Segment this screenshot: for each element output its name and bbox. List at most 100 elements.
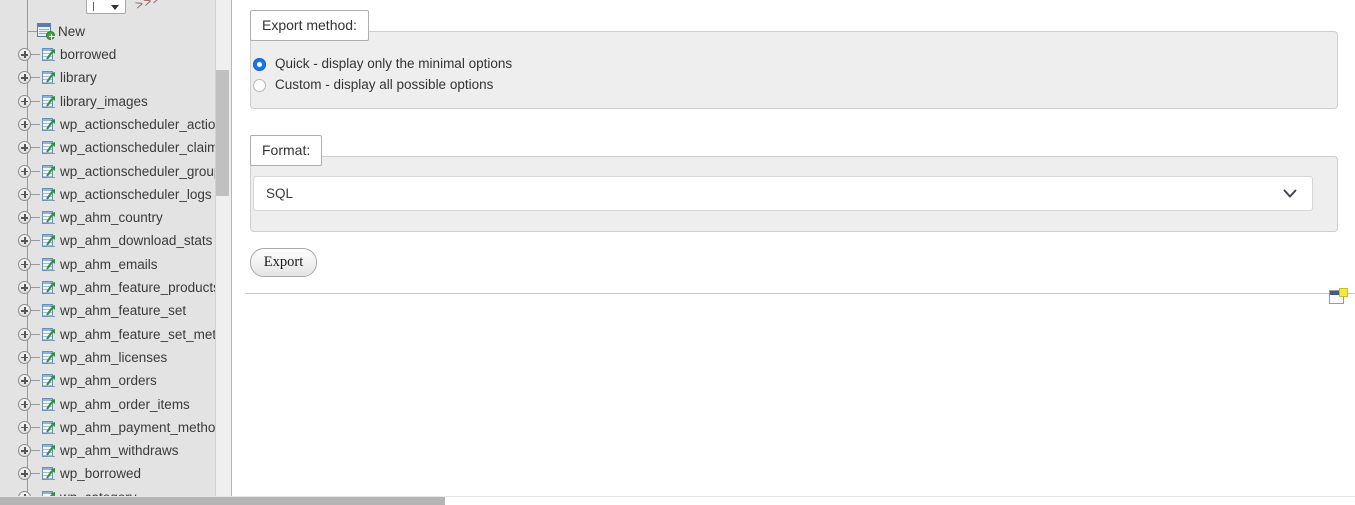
tree-item-label: wp_ahm_feature_products <box>60 280 215 295</box>
table-icon <box>41 466 56 481</box>
tree-item-label: wp_ahm_orders <box>60 373 157 389</box>
database-tree-sidebar: >>> New borrowed library library_images wp_… <box>0 0 232 496</box>
radio-export-method-quick[interactable]: Quick - display only the minimal options <box>253 57 512 71</box>
tree-item-table[interactable]: wp_ahm_feature_products <box>0 276 215 299</box>
text-cursor <box>93 2 94 11</box>
tree-item-label: borrowed <box>60 47 117 62</box>
plus-box-icon[interactable] <box>18 164 31 178</box>
radio-label: Custom - display all possible options <box>275 77 494 92</box>
console-window-icon[interactable] <box>1329 288 1348 305</box>
table-icon <box>41 210 56 225</box>
plus-box-icon[interactable] <box>18 374 31 388</box>
plus-box-icon[interactable] <box>18 234 31 248</box>
tree-item-label: wp_ahm_country <box>60 210 163 226</box>
tree-item-table[interactable]: wp_actionscheduler_actions <box>0 113 215 136</box>
plus-box-icon[interactable] <box>18 350 31 364</box>
chevron-down-icon <box>1282 188 1298 203</box>
plus-box-icon[interactable] <box>18 211 31 225</box>
plus-box-icon[interactable] <box>18 141 31 155</box>
tree-item-label: wp_actionscheduler_claims <box>60 140 215 156</box>
tree-item-label: wp_borrowed <box>60 466 142 482</box>
table-icon <box>41 280 56 295</box>
tree-item-label: wp_actionscheduler_logs <box>60 186 212 202</box>
plus-box-icon[interactable] <box>18 281 31 294</box>
tree-item-table[interactable]: wp_ahm_emails <box>0 253 215 276</box>
table-icon <box>41 373 56 388</box>
tree-item-label: wp_ahm_feature_set <box>60 303 187 319</box>
table-icon <box>41 47 56 62</box>
tree-item-table[interactable]: wp_ahm_feature_set <box>0 299 215 322</box>
tree-item-label: wp_actionscheduler_groups <box>60 163 215 179</box>
tree-item-table[interactable]: wp_actionscheduler_groups <box>0 160 215 183</box>
table-icon <box>41 303 56 318</box>
database-select[interactable] <box>86 0 126 14</box>
table-icon <box>41 397 56 412</box>
table-icon <box>41 257 56 272</box>
tree-item-table[interactable]: wp_ahm_download_stats <box>0 229 215 252</box>
export-button[interactable]: Export <box>250 248 317 277</box>
tree-item-new[interactable]: New <box>0 20 215 43</box>
plus-box-icon[interactable] <box>18 467 31 481</box>
format-select[interactable]: SQL <box>253 176 1313 211</box>
plus-box-icon[interactable] <box>18 444 31 458</box>
tree-item-table[interactable]: wp_category <box>0 486 215 496</box>
table-icon <box>41 187 56 202</box>
radio-unselected-icon <box>253 78 266 92</box>
plus-box-icon[interactable] <box>18 327 31 341</box>
table-icon <box>41 164 56 179</box>
table-icon <box>41 350 56 365</box>
tree-item-label: wp_ahm_emails <box>60 256 158 272</box>
tree-item-label: wp_ahm_order_items <box>60 396 190 412</box>
radio-export-method-custom[interactable]: Custom - display all possible options <box>253 78 493 92</box>
format-legend: Format: <box>250 135 323 166</box>
tree-item-table[interactable]: wp_actionscheduler_logs <box>0 183 215 206</box>
section-divider <box>245 293 1355 294</box>
tree-item-table[interactable]: wp_actionscheduler_claims <box>0 136 215 159</box>
table-icon <box>41 117 56 132</box>
tree-item-table[interactable]: wp_ahm_withdraws <box>0 439 215 462</box>
database-tree-list: >>> New borrowed library library_images wp_… <box>0 0 215 496</box>
table-icon <box>41 94 56 109</box>
table-icon <box>41 70 56 85</box>
tree-item-table[interactable]: wp_ahm_country <box>0 206 215 229</box>
plus-box-icon[interactable] <box>18 420 31 434</box>
tree-item-label: wp_ahm_licenses <box>60 349 168 365</box>
tree-item-table[interactable]: wp_ahm_payment_methods <box>0 416 215 439</box>
plus-box-icon[interactable] <box>18 304 31 318</box>
tree-item-table[interactable]: library_images <box>0 90 215 113</box>
table-icon <box>41 327 56 342</box>
format-select-value: SQL <box>266 186 294 201</box>
tree-item-label: wp_actionscheduler_actions <box>60 116 215 132</box>
plus-box-icon[interactable] <box>18 117 31 131</box>
double-chevron-right-icon[interactable]: >>> <box>133 0 162 13</box>
tree-item-table[interactable]: wp_ahm_licenses <box>0 346 215 369</box>
tree-item-label: wp_ahm_withdraws <box>60 443 179 459</box>
plus-box-icon[interactable] <box>18 257 31 271</box>
tree-item-table[interactable]: wp_borrowed <box>0 462 215 485</box>
tree-item-table[interactable]: borrowed <box>0 43 215 66</box>
caret-down-icon <box>111 5 119 10</box>
export-main-panel: Export method: Quick - display only the … <box>233 0 1355 496</box>
tree-item-table[interactable]: wp_ahm_feature_set_meta <box>0 323 215 346</box>
tree-item-label: New <box>58 24 86 39</box>
page-horizontal-scrollbar-thumb[interactable] <box>0 497 445 505</box>
tree-item-label: wp_category <box>60 486 137 496</box>
new-table-icon <box>37 23 55 40</box>
plus-box-icon[interactable] <box>18 94 31 108</box>
plus-box-icon[interactable] <box>18 397 31 411</box>
export-method-legend: Export method: <box>250 10 369 41</box>
radio-selected-icon <box>253 57 266 71</box>
plus-box-icon[interactable] <box>18 187 31 201</box>
tree-item-table[interactable]: wp_ahm_orders <box>0 369 215 392</box>
sidebar-scrollbar-thumb[interactable] <box>216 70 229 196</box>
table-icon <box>41 140 56 155</box>
phpmyadmin-export-page: >>> New borrowed library library_images wp_… <box>0 0 1355 505</box>
tree-item-table[interactable]: wp_ahm_order_items <box>0 393 215 416</box>
radio-label: Quick - display only the minimal options <box>275 56 513 71</box>
plus-box-icon[interactable] <box>18 48 31 61</box>
tree-item-label: library <box>60 70 97 86</box>
plus-box-icon[interactable] <box>18 71 31 85</box>
tree-item-label: library_images <box>60 93 148 109</box>
tree-item-table[interactable]: library <box>0 66 215 89</box>
table-icon <box>41 420 56 435</box>
